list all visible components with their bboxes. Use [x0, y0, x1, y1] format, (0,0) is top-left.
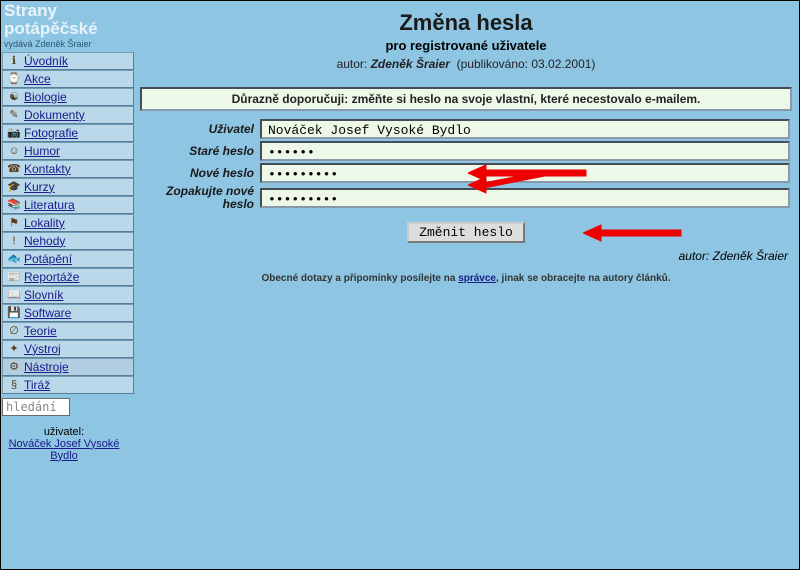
menu-item-potápění[interactable]: 🐟Potápění: [2, 250, 134, 268]
user-field[interactable]: Nováček Josef Vysoké Bydlo: [260, 119, 790, 139]
page-title: Změna hesla: [138, 10, 794, 36]
menu-label: Slovník: [24, 288, 63, 302]
menu-label: Kurzy: [24, 180, 55, 194]
menu-icon: !: [7, 235, 21, 247]
menu-label: Potápění: [24, 252, 72, 266]
submit-button[interactable]: Změnit heslo: [407, 222, 525, 243]
user-link[interactable]: Nováček Josef Vysoké Bydlo: [9, 438, 120, 462]
menu-item-tiráž[interactable]: §Tiráž: [2, 376, 134, 394]
menu-icon: ∅: [7, 324, 21, 337]
menu-icon: §: [7, 379, 21, 391]
menu-icon: 📷: [7, 126, 21, 139]
warning-bar: Důrazně doporučuji: změňte si heslo na s…: [140, 87, 792, 111]
menu-item-software[interactable]: 💾Software: [2, 304, 134, 322]
menu-item-lokality[interactable]: ⚑Lokality: [2, 214, 134, 232]
menu-label: Biologie: [24, 90, 67, 104]
menu-label: Výstroj: [24, 342, 61, 356]
page-subtitle: pro registrované uživatele: [138, 38, 794, 53]
menu-label: Humor: [24, 144, 60, 158]
menu-label: Úvodník: [24, 54, 68, 68]
menu-icon: ☺: [7, 145, 21, 157]
menu-icon: 🎓: [7, 180, 21, 193]
menu-label: Teorie: [24, 324, 57, 338]
menu-icon: ☯: [7, 90, 21, 103]
menu-item-biologie[interactable]: ☯Biologie: [2, 88, 134, 106]
label-old-password: Staré heslo: [138, 144, 260, 158]
menu-icon: 📰: [7, 270, 21, 283]
admin-link[interactable]: správce: [458, 273, 496, 284]
menu-label: Reportáže: [24, 270, 79, 284]
menu-item-reportáže[interactable]: 📰Reportáže: [2, 268, 134, 286]
menu-icon: 📚: [7, 198, 21, 211]
footer-note: Obecné dotazy a připomínky posílejte na …: [138, 273, 794, 284]
menu-icon: ⌚: [7, 72, 21, 85]
menu-icon: ☎: [7, 162, 21, 175]
menu-label: Nehody: [24, 234, 65, 248]
menu-icon: ✦: [7, 342, 21, 355]
menu-icon: ✎: [7, 108, 21, 121]
label-user: Uživatel: [138, 122, 260, 136]
menu-label: Tiráž: [24, 378, 50, 392]
menu-label: Akce: [24, 72, 51, 86]
new-password-field[interactable]: •••••••••: [260, 163, 790, 183]
search-input[interactable]: [2, 398, 70, 416]
menu-item-humor[interactable]: ☺Humor: [2, 142, 134, 160]
menu-label: Lokality: [24, 216, 65, 230]
menu-label: Kontakty: [24, 162, 71, 176]
menu-item-kontakty[interactable]: ☎Kontakty: [2, 160, 134, 178]
menu-item-teorie[interactable]: ∅Teorie: [2, 322, 134, 340]
menu-label: Nástroje: [24, 360, 69, 374]
label-repeat-password: Zopakujte nové heslo: [138, 185, 260, 210]
menu-item-nástroje[interactable]: ⚙Nástroje: [2, 358, 134, 376]
menu-label: Dokumenty: [24, 108, 85, 122]
menu-item-fotografie[interactable]: 📷Fotografie: [2, 124, 134, 142]
menu-label: Software: [24, 306, 71, 320]
menu-label: Fotografie: [24, 126, 78, 140]
menu-item-úvodník[interactable]: ℹÚvodník: [2, 52, 134, 70]
menu-item-nehody[interactable]: !Nehody: [2, 232, 134, 250]
label-new-password: Nové heslo: [138, 166, 260, 180]
search-box: [2, 398, 122, 416]
menu-icon: ⚙: [7, 360, 21, 373]
menu-item-výstroj[interactable]: ✦Výstroj: [2, 340, 134, 358]
menu-icon: 💾: [7, 306, 21, 319]
menu-icon: ⚑: [7, 216, 21, 229]
menu-icon: 🐟: [7, 252, 21, 265]
menu-icon: ℹ: [7, 54, 21, 67]
byline: autor: Zdeněk Šraier (publikováno: 03.02…: [138, 57, 794, 71]
user-block: uživatel: Nováček Josef Vysoké Bydlo: [2, 426, 126, 462]
old-password-field[interactable]: ••••••: [260, 141, 790, 161]
menu-icon: 📖: [7, 288, 21, 301]
arrow-icon: [583, 222, 693, 244]
site-publisher: vydává Zdeněk Šraier: [2, 39, 134, 52]
repeat-password-field[interactable]: •••••••••: [260, 188, 790, 208]
menu-label: Literatura: [24, 198, 75, 212]
menu-item-literatura[interactable]: 📚Literatura: [2, 196, 134, 214]
menu-item-slovník[interactable]: 📖Slovník: [2, 286, 134, 304]
site-title: Strany potápěčské: [2, 2, 134, 39]
menu-item-akce[interactable]: ⌚Akce: [2, 70, 134, 88]
menu-item-dokumenty[interactable]: ✎Dokumenty: [2, 106, 134, 124]
author-line: autor: Zdeněk Šraier: [138, 249, 794, 263]
menu-item-kurzy[interactable]: 🎓Kurzy: [2, 178, 134, 196]
